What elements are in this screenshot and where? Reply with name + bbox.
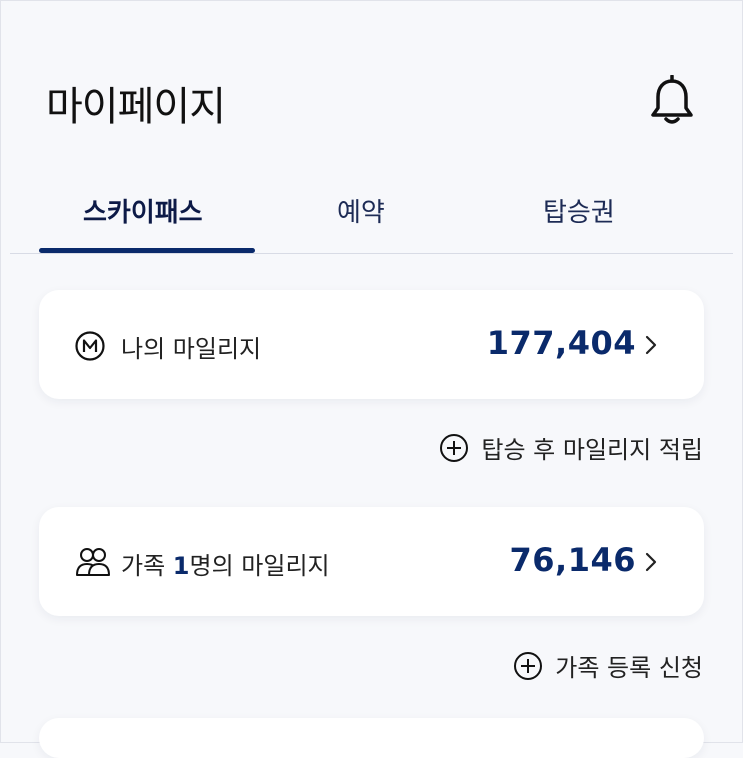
plus-circle-icon [514, 651, 543, 680]
family-register-link[interactable]: 가족 등록 신청 [513, 648, 703, 683]
chevron-right-icon [645, 552, 657, 572]
earn-mileage-link[interactable]: 탑승 후 마일리지 적립 [439, 430, 703, 465]
family-label-prefix: 가족 [121, 552, 173, 580]
my-mileage-card[interactable]: 나의 마일리지 177,404 [39, 290, 704, 399]
family-icon [76, 548, 110, 576]
family-mileage-label: 가족 1명의 마일리지 [121, 546, 330, 581]
family-register-label: 가족 등록 신청 [555, 654, 703, 682]
bell-icon[interactable] [649, 75, 695, 125]
tab-boarding-pass[interactable]: 탑승권 [543, 192, 615, 229]
earn-mileage-label: 탑승 후 마일리지 적립 [481, 436, 703, 464]
tab-skypass[interactable]: 스카이패스 [83, 192, 203, 229]
family-member-count: 1 [172, 552, 190, 580]
my-mileage-label: 나의 마일리지 [121, 335, 262, 363]
tab-bar: 스카이패스 예약 탑승권 [10, 176, 733, 254]
tab-reservation[interactable]: 예약 [337, 192, 385, 229]
active-tab-indicator [39, 248, 255, 253]
plus-circle-icon [440, 433, 469, 462]
chevron-right-icon [645, 335, 657, 355]
next-card-partial [39, 718, 704, 758]
family-mileage-value: 76,146 [509, 541, 636, 579]
my-mileage-value: 177,404 [486, 324, 636, 362]
mileage-m-icon [75, 331, 105, 361]
page-title: 마이페이지 [46, 84, 226, 130]
family-mileage-card[interactable]: 가족 1명의 마일리지 76,146 [39, 507, 704, 616]
family-label-suffix: 명의 마일리지 [189, 552, 330, 580]
